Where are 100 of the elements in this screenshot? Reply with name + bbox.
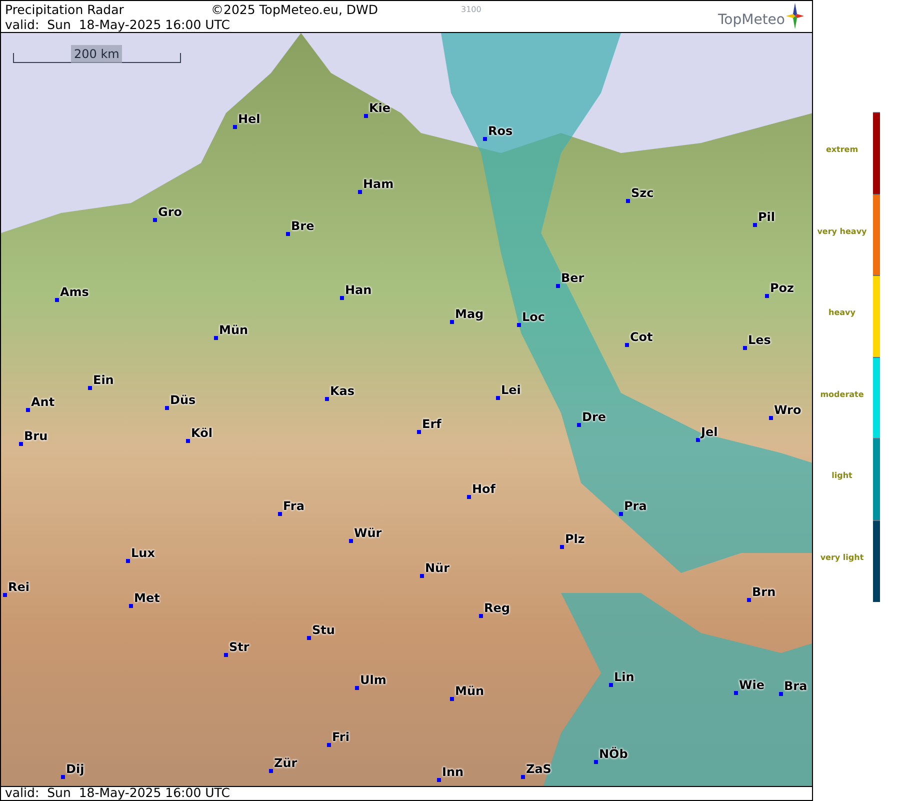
city-label: Düs — [170, 394, 196, 406]
city-marker — [88, 386, 92, 390]
city-label: Les — [748, 334, 771, 346]
city-label: Wür — [354, 527, 382, 539]
city-marker — [165, 406, 169, 410]
city-marker — [609, 683, 613, 687]
city-marker — [521, 775, 525, 779]
city-marker — [358, 190, 362, 194]
city-marker — [556, 284, 560, 288]
city-marker — [769, 416, 773, 420]
city-marker — [325, 397, 329, 401]
copyright-text: ©2025 TopMeteo.eu, DWD — [211, 1, 378, 19]
city-label: Ein — [93, 374, 114, 386]
city-marker — [129, 604, 133, 608]
city-label: Stu — [312, 624, 335, 636]
city-marker — [26, 408, 30, 412]
city-label: Met — [134, 592, 160, 604]
legend-label: extrem — [824, 144, 860, 156]
city-marker — [364, 114, 368, 118]
city-marker — [437, 778, 441, 782]
city-marker — [286, 232, 290, 236]
city-marker — [186, 439, 190, 443]
city-label: Inn — [442, 766, 464, 778]
legend-label: light — [830, 470, 854, 482]
city-label: Poz — [770, 282, 794, 294]
city-marker — [61, 775, 65, 779]
city-marker — [153, 218, 157, 222]
city-marker — [417, 430, 421, 434]
city-label: Zür — [274, 757, 298, 769]
city-marker — [278, 512, 282, 516]
city-marker — [765, 294, 769, 298]
city-marker — [126, 559, 130, 563]
city-label: Dij — [66, 763, 84, 775]
city-marker — [594, 760, 598, 764]
city-marker — [619, 512, 623, 516]
city-label: Fri — [332, 731, 350, 743]
city-marker — [355, 686, 359, 690]
map-title: Precipitation Radar — [5, 1, 124, 19]
legend-label: very heavy — [816, 226, 868, 238]
city-marker — [483, 137, 487, 141]
city-marker — [779, 692, 783, 696]
city-label: Mün — [455, 685, 484, 697]
city-marker — [55, 298, 59, 302]
city-label: Szc — [631, 187, 654, 199]
city-marker — [19, 442, 23, 446]
city-label: Cot — [630, 331, 653, 343]
city-marker — [577, 423, 581, 427]
city-marker — [696, 438, 700, 442]
city-label: Bru — [24, 430, 48, 442]
city-label: Ant — [31, 396, 55, 408]
city-marker — [224, 653, 228, 657]
city-label: Jel — [701, 426, 718, 438]
city-label: Bre — [291, 220, 314, 232]
city-label: Brn — [752, 586, 776, 598]
city-marker — [450, 320, 454, 324]
city-label: Köl — [191, 427, 212, 439]
logo-text: TopMeteo — [718, 13, 785, 27]
city-label: Ham — [363, 178, 394, 190]
city-label: Pil — [758, 211, 776, 223]
city-label: Loc — [522, 311, 546, 323]
legend-label: moderate — [819, 388, 865, 401]
city-label: Bra — [784, 680, 808, 692]
city-marker — [269, 769, 273, 773]
city-label: Reg — [484, 602, 510, 614]
city-label: Han — [345, 284, 372, 296]
city-label: Erf — [422, 418, 442, 430]
city-marker — [496, 396, 500, 400]
city-label: ZaS — [526, 763, 552, 775]
city-marker — [626, 199, 630, 203]
city-marker — [479, 614, 483, 618]
city-marker — [753, 223, 757, 227]
code-text: 3100 — [461, 4, 482, 16]
city-marker — [214, 336, 218, 340]
city-marker — [420, 574, 424, 578]
city-marker — [340, 296, 344, 300]
city-label: Fra — [283, 500, 304, 512]
city-label: Str — [229, 641, 250, 653]
city-label: Mag — [455, 308, 484, 320]
city-label: Rei — [8, 581, 30, 593]
city-marker — [349, 539, 353, 543]
city-marker — [467, 495, 471, 499]
city-marker — [327, 743, 331, 747]
city-marker — [734, 691, 738, 695]
city-label: Lin — [614, 671, 634, 683]
city-marker — [307, 636, 311, 640]
city-label: Kas — [330, 385, 355, 397]
city-marker — [450, 697, 454, 701]
city-label: Mün — [219, 324, 248, 336]
legend-label: heavy — [828, 307, 856, 320]
city-marker — [747, 598, 751, 602]
city-label: Lei — [501, 384, 521, 396]
city-label: NÖb — [599, 748, 628, 760]
city-label: Gro — [158, 206, 182, 218]
city-marker — [560, 545, 564, 549]
valid-time: valid: Sun 18-May-2025 16:00 UTC — [5, 784, 230, 801]
city-marker — [3, 593, 7, 597]
city-label: Nür — [425, 562, 450, 574]
city-label: Wie — [739, 679, 764, 691]
city-label: Ulm — [360, 674, 386, 686]
city-marker — [625, 343, 629, 347]
